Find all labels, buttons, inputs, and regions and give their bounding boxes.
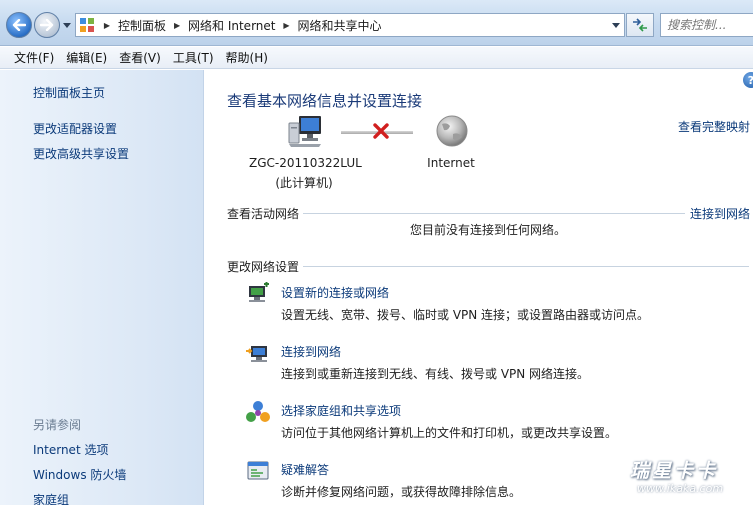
question-mark-icon: ? [748,74,753,87]
connect-network-icon[interactable] [245,341,271,365]
sidebar-internet-options[interactable]: Internet 选项 [33,441,108,458]
refresh-icon [633,18,647,32]
watermark-url: www.ikaka.com [637,482,724,495]
active-networks-heading: 查看活动网络 [227,207,300,221]
control-panel-icon [78,16,96,34]
homegroup-icon[interactable] [245,400,271,424]
watermark-brand: 瑞星卡卡 [630,460,719,482]
breadcrumb-network-internet[interactable]: 网络和 Internet [184,17,279,34]
task-homegroup-sharing-link[interactable]: 选择家庭组和共享选项 [281,402,401,419]
sidebar-change-advanced-sharing[interactable]: 更改高级共享设置 [33,145,129,162]
forward-button[interactable] [34,12,60,38]
forward-arrow-icon [40,19,54,31]
task-setup-new-connection-link[interactable]: 设置新的连接或网络 [281,284,389,301]
view-full-map-link[interactable]: 查看完整映射 [678,118,750,135]
task-setup-new-connection-desc: 设置无线、宽带、拨号、临时或 VPN 连接；或设置路由器或访问点。 [281,308,650,322]
no-connection-message: 您目前没有连接到任何网络。 [410,223,567,237]
chevron-down-icon [612,22,620,28]
task-homegroup-sharing-desc: 访问位于其他网络计算机上的文件和打印机，或更改共享设置。 [281,426,618,440]
task-troubleshoot-desc: 诊断并修复网络问题，或获得故障排除信息。 [281,485,522,499]
menu-edit[interactable]: 编辑(E) [60,49,113,66]
task-connect-network-desc: 连接到或重新连接到无线、有线、拨号或 VPN 网络连接。 [281,367,590,381]
sidebar-homegroup[interactable]: 家庭组 [33,491,69,505]
search-input[interactable] [667,18,753,32]
this-computer-label: (此计算机) [275,176,333,190]
internet-label: Internet [427,156,475,170]
sidebar-change-adapter-settings[interactable]: 更改适配器设置 [33,120,117,137]
main-content: ? 查看基本网络信息并设置连接 查看完整映射 ZGC-20110322LUL (… [205,70,753,505]
back-button[interactable] [6,12,32,38]
breadcrumb-separator-icon[interactable]: ▶ [279,15,293,35]
breadcrumb-control-panel[interactable]: 控制面板 [114,17,170,34]
see-also-heading: 另请参阅 [33,418,82,432]
address-dropdown-button[interactable] [611,20,621,30]
task-connect-network-link[interactable]: 连接到网络 [281,343,341,360]
section-divider [303,266,749,267]
troubleshoot-icon[interactable] [245,459,271,483]
breadcrumb-separator-icon[interactable]: ▶ [170,15,184,35]
search-box[interactable] [660,13,753,37]
internet-globe-icon[interactable] [435,114,469,151]
recent-pages-dropdown[interactable] [62,20,72,30]
menu-tools[interactable]: 工具(T) [167,49,220,66]
disconnected-x-icon[interactable] [373,123,389,142]
menu-view[interactable]: 查看(V) [113,49,167,66]
breadcrumb-network-sharing-center[interactable]: 网络和共享中心 [293,17,385,34]
change-settings-heading: 更改网络设置 [227,260,300,274]
back-arrow-icon [12,19,26,31]
sidebar-control-panel-home[interactable]: 控制面板主页 [33,84,105,101]
breadcrumb[interactable]: ▶ 控制面板 ▶ 网络和 Internet ▶ 网络和共享中心 [75,13,625,37]
page-title: 查看基本网络信息并设置连接 [227,92,423,110]
sidebar-windows-firewall[interactable]: Windows 防火墙 [33,466,126,483]
address-bar: ▶ 控制面板 ▶ 网络和 Internet ▶ 网络和共享中心 [0,0,753,46]
new-connection-icon[interactable] [245,282,271,306]
computer-name: ZGC-20110322LUL [249,156,362,170]
menu-bar: 文件(F) 编辑(E) 查看(V) 工具(T) 帮助(H) [0,47,753,69]
menu-file[interactable]: 文件(F) [8,49,60,66]
task-troubleshoot-link[interactable]: 疑难解答 [281,461,329,478]
breadcrumb-separator-icon[interactable]: ▶ [100,15,114,35]
watermark: 瑞星卡卡 www.ikaka.com [620,450,753,500]
menu-help[interactable]: 帮助(H) [220,49,274,66]
refresh-button[interactable] [626,13,654,37]
computer-icon[interactable] [287,114,323,151]
sidebar: 控制面板主页 更改适配器设置 更改高级共享设置 另请参阅 Internet 选项… [0,70,204,505]
chevron-down-icon [63,22,71,28]
section-divider [303,213,685,214]
connect-to-network-link[interactable]: 连接到网络 [690,205,750,222]
help-button[interactable]: ? [743,72,753,88]
